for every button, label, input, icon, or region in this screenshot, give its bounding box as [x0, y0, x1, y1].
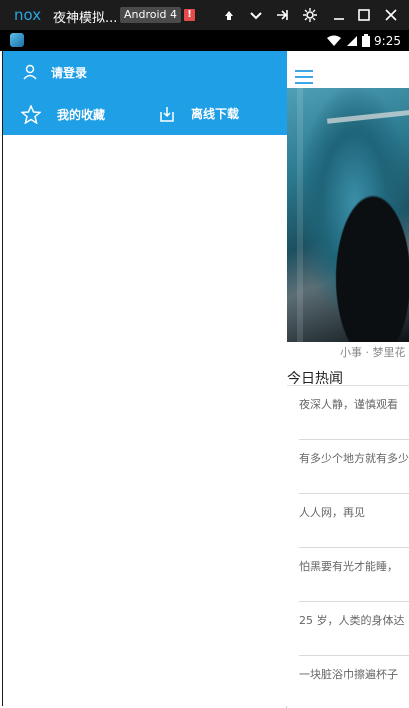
clock: 9:25	[374, 33, 401, 48]
news-item[interactable]: 一块脏浴巾擦遍杯子	[299, 666, 409, 708]
news-title: 怕黑要有光才能睡，	[299, 560, 398, 573]
news-title: 人人网，再见	[299, 506, 365, 519]
nox-logo: nox	[14, 6, 41, 24]
drawer-header: 请登录 我的收藏 离线下载	[3, 51, 287, 135]
favorites-button[interactable]: 我的收藏	[21, 105, 105, 124]
alert-badge[interactable]: !	[184, 9, 195, 21]
main-content: 小事 · 梦里花 今日热闻 夜深人静，谨慎观看 有多少个地方就有多少 人人网，再…	[286, 51, 409, 708]
section-divider	[287, 385, 409, 386]
news-item[interactable]: 怕黑要有光才能睡，	[299, 558, 409, 612]
user-icon	[23, 64, 37, 80]
navigation-drawer: 请登录 我的收藏 离线下载	[2, 51, 287, 706]
menu-icon[interactable]	[295, 70, 313, 84]
pin-icon[interactable]	[221, 7, 237, 23]
offline-download-button[interactable]: 离线下载	[159, 105, 239, 122]
login-button[interactable]: 请登录	[23, 61, 87, 83]
news-title: 夜深人静，谨慎观看	[299, 398, 398, 411]
emulator-title: 夜神模拟...	[53, 11, 118, 26]
wifi-icon	[327, 35, 342, 46]
login-label: 请登录	[51, 65, 88, 80]
share-icon[interactable]	[274, 7, 290, 23]
gear-icon[interactable]	[302, 7, 318, 23]
news-title: 一块脏浴巾擦遍杯子	[299, 668, 398, 681]
download-icon	[160, 106, 174, 122]
android-version-badge: Android 4	[120, 7, 182, 23]
star-icon	[21, 105, 41, 124]
news-title: 25 岁，人类的身体达	[299, 614, 405, 627]
news-item[interactable]: 25 岁，人类的身体达	[299, 612, 409, 666]
android-status-bar: 9:25	[0, 30, 409, 51]
banner-image[interactable]	[287, 88, 409, 342]
app-screen: 小事 · 梦里花 今日热闻 夜深人静，谨慎观看 有多少个地方就有多少 人人网，再…	[0, 51, 409, 708]
maximize-icon[interactable]	[356, 7, 372, 23]
news-item[interactable]: 夜深人静，谨慎观看	[299, 396, 409, 450]
minimize-icon[interactable]	[331, 7, 347, 23]
news-item[interactable]: 有多少个地方就有多少	[299, 450, 409, 504]
offline-download-label: 离线下载	[191, 107, 240, 121]
app-notification-icon	[10, 33, 24, 47]
news-title: 有多少个地方就有多少	[299, 452, 409, 465]
news-item[interactable]: 人人网，再见	[299, 504, 409, 558]
close-icon[interactable]	[383, 7, 399, 23]
banner-caption: 小事 · 梦里花	[340, 346, 406, 359]
signal-icon	[347, 35, 358, 46]
svg-text:nox: nox	[14, 6, 41, 24]
battery-icon	[362, 34, 371, 47]
chevron-down-icon[interactable]	[248, 7, 264, 23]
emulator-title-bar: nox 夜神模拟... Android 4 !	[0, 0, 409, 30]
favorites-label: 我的收藏	[57, 108, 106, 122]
